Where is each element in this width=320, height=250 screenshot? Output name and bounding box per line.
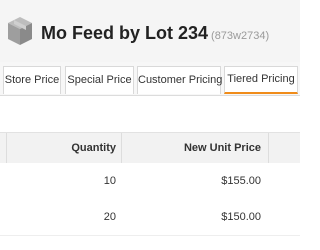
price-cell: $155.00 bbox=[221, 175, 261, 187]
pricing-tabs: Store Price Special Price Customer Prici… bbox=[0, 62, 300, 96]
price-cell: $150.00 bbox=[221, 211, 261, 223]
column-header-new-unit-price: New Unit Price bbox=[183, 142, 261, 154]
product-name: Mo Feed by Lot 234 bbox=[41, 23, 209, 43]
column-header-quantity: Quantity bbox=[71, 142, 116, 154]
table-header: Quantity New Unit Price bbox=[0, 132, 300, 164]
quantity-cell: 10 bbox=[103, 175, 116, 187]
table-row: 20 $150.00 bbox=[0, 199, 300, 236]
box-icon bbox=[8, 17, 32, 45]
page-title: Mo Feed by Lot 234 (873w2734) bbox=[41, 23, 269, 46]
tab-store-price[interactable]: Store Price bbox=[3, 66, 61, 94]
tab-customer-pricing[interactable]: Customer Pricing bbox=[137, 66, 222, 94]
tab-tiered-pricing[interactable]: Tiered Pricing bbox=[224, 66, 298, 94]
table-row: 10 $155.00 bbox=[0, 163, 300, 200]
column-divider bbox=[268, 133, 269, 163]
tab-special-price[interactable]: Special Price bbox=[65, 66, 134, 94]
content-area bbox=[0, 96, 300, 132]
quantity-cell: 20 bbox=[103, 211, 116, 223]
product-header: Mo Feed by Lot 234 (873w2734) bbox=[0, 0, 300, 62]
product-sku: (873w2734) bbox=[211, 30, 270, 42]
